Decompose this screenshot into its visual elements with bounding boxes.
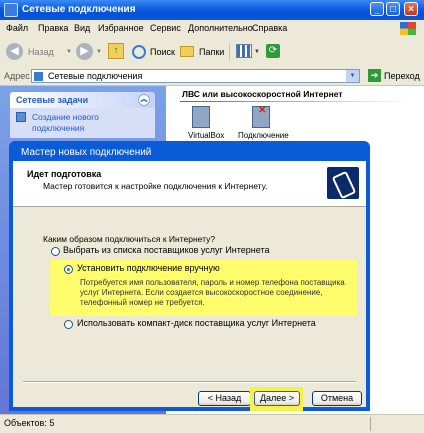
close-button[interactable]: × xyxy=(404,2,418,16)
back-arrow-icon: ◀ xyxy=(6,43,23,60)
status-divider xyxy=(370,417,371,431)
network-tasks-body: Создание нового подключения xyxy=(10,108,155,138)
lan-section-title: ЛВС или высокоскоростной Интернет xyxy=(182,89,343,99)
back-label: Назад xyxy=(28,47,54,57)
address-bar: Адрес Сетевые подключения ▼ ➔ Переход xyxy=(0,67,424,86)
views-dropdown-icon[interactable]: ▼ xyxy=(254,49,260,55)
menu-tools[interactable]: Сервис xyxy=(150,23,181,33)
new-connection-icon xyxy=(16,112,26,122)
folders-label: Папки xyxy=(199,47,225,57)
status-bar: Объектов: 5 xyxy=(0,414,424,433)
minimize-button[interactable]: _ xyxy=(370,2,384,16)
back-button[interactable]: ◀ Назад xyxy=(4,43,62,61)
isp-list-label[interactable]: Выбрать из списка поставщиков услуг Инте… xyxy=(63,245,270,255)
local-connection-label[interactable]: Подключение xyxy=(238,131,289,140)
window-title: Сетевые подключения xyxy=(22,4,136,15)
virtualbox-label[interactable]: VirtualBox xyxy=(188,131,224,140)
wizard-body: Идет подготовка Мастер готовится к настр… xyxy=(13,161,366,407)
explorer-window: Сетевые подключения _ □ × Файл Правка Ви… xyxy=(0,0,424,433)
menu-file[interactable]: Файл xyxy=(6,23,28,33)
menu-help[interactable]: Справка xyxy=(252,23,287,33)
menu-favorites[interactable]: Избранное xyxy=(98,23,144,33)
sync-icon[interactable]: ⟳ xyxy=(266,44,280,58)
wizard-step-subtitle: Мастер готовится к настройке подключения… xyxy=(43,181,268,191)
menu-view[interactable]: Вид xyxy=(74,23,90,33)
phone-shape xyxy=(331,170,357,200)
manual-setup-label[interactable]: Установить подключение вручную xyxy=(77,263,220,273)
search-label: Поиск xyxy=(150,47,175,57)
search-icon xyxy=(132,45,146,59)
menu-advanced[interactable]: Дополнительно xyxy=(188,23,253,33)
new-connection-link-line1[interactable]: Создание нового xyxy=(32,112,99,122)
collapse-chevron-icon[interactable]: ︽ xyxy=(138,94,150,106)
isp-cd-radio[interactable] xyxy=(64,320,73,329)
wizard-title: Мастер новых подключений xyxy=(21,147,152,158)
cancel-button[interactable]: Отмена xyxy=(312,391,362,406)
go-label: Переход xyxy=(384,71,420,81)
new-connection-link-line2[interactable]: подключения xyxy=(32,123,84,133)
disconnected-x-icon: ✕ xyxy=(258,105,267,116)
forward-arrow-icon[interactable]: ▶ xyxy=(76,43,93,60)
local-connection-icon[interactable]: ✕ xyxy=(252,105,270,128)
phone-wizard-icon xyxy=(327,167,359,200)
network-folder-icon xyxy=(4,3,18,17)
new-connection-wizard: Мастер новых подключений Идет подготовка… xyxy=(9,141,370,411)
go-arrow-icon: ➔ xyxy=(368,69,381,82)
maximize-button[interactable]: □ xyxy=(386,2,400,16)
views-icon[interactable] xyxy=(236,44,252,58)
connect-question: Каким образом подключиться к Интернету? xyxy=(43,234,216,244)
title-bar: Сетевые подключения _ □ × xyxy=(0,0,424,20)
objects-count: Объектов: 5 xyxy=(4,418,55,428)
address-value: Сетевые подключения xyxy=(48,71,143,81)
windows-logo-icon xyxy=(400,22,416,35)
wizard-step-title: Идет подготовка xyxy=(27,169,102,179)
manual-setup-description: Потребуется имя пользователя, пароль и н… xyxy=(80,278,345,307)
isp-list-radio[interactable] xyxy=(51,247,60,256)
next-button[interactable]: Далее > xyxy=(254,391,300,406)
network-tasks-title: Сетевые задачи xyxy=(16,95,89,105)
search-button[interactable]: Поиск xyxy=(132,43,178,61)
address-label: Адрес xyxy=(4,71,30,81)
folders-icon xyxy=(180,46,194,57)
manual-setup-radio[interactable] xyxy=(64,265,73,274)
address-dropdown-icon[interactable]: ▼ xyxy=(346,70,359,82)
menu-edit[interactable]: Правка xyxy=(38,23,68,33)
forward-dropdown-icon[interactable]: ▼ xyxy=(96,49,102,55)
isp-cd-label[interactable]: Использовать компакт-диск поставщика усл… xyxy=(77,318,316,328)
button-separator xyxy=(23,381,356,383)
folders-button[interactable]: Папки xyxy=(180,43,226,61)
section-divider xyxy=(180,101,410,102)
virtualbox-connection-icon[interactable] xyxy=(192,106,210,128)
toolbar-separator xyxy=(229,43,230,61)
network-tasks-header[interactable]: Сетевые задачи ︽ xyxy=(10,92,155,108)
back-wizard-button[interactable]: < Назад xyxy=(198,391,251,406)
back-dropdown-icon[interactable]: ▼ xyxy=(66,49,72,55)
up-folder-icon[interactable]: ↑ xyxy=(108,43,124,59)
wizard-header: Идет подготовка Мастер готовится к настр… xyxy=(13,161,366,207)
menu-bar: Файл Правка Вид Избранное Сервис Дополни… xyxy=(0,20,424,38)
toolbar: ◀ Назад ▼ ▶ ▼ ↑ Поиск Папки ▼ ⟳ xyxy=(0,37,424,68)
network-icon xyxy=(34,72,43,81)
go-button[interactable]: ➔ Переход xyxy=(366,68,422,84)
address-input[interactable]: Сетевые подключения ▼ xyxy=(31,69,360,83)
